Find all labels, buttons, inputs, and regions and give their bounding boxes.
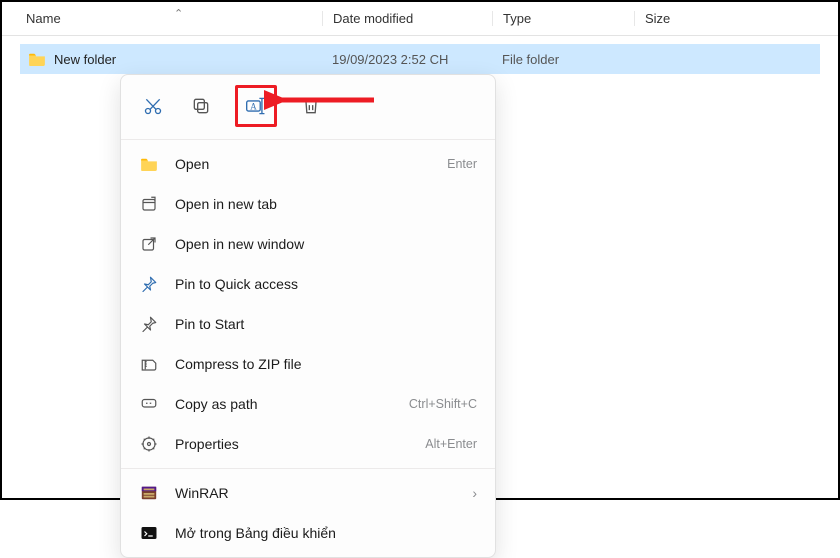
file-date: 19/09/2023 2:52 CH	[332, 52, 502, 67]
column-name-label: Name	[26, 11, 61, 26]
menu-label: Open	[175, 156, 447, 172]
menu-item-copy-path[interactable]: Copy as path Ctrl+Shift+C	[121, 384, 495, 424]
menu-item-open[interactable]: Open Enter	[121, 144, 495, 184]
zip-icon	[139, 354, 159, 374]
window-frame: Name ⌃ Date modified Type Size New folde…	[0, 0, 840, 500]
file-type: File folder	[502, 52, 644, 67]
menu-item-control-panel[interactable]: Mở trong Bảng điều khiển	[121, 513, 495, 553]
properties-icon	[139, 434, 159, 454]
context-menu: A Open Enter Open in new tab Open in new…	[120, 74, 496, 558]
chevron-right-icon: ›	[472, 485, 477, 501]
folder-open-icon	[139, 154, 159, 174]
menu-label: Copy as path	[175, 396, 409, 412]
column-size-label: Size	[645, 11, 670, 26]
pin-icon	[139, 274, 159, 294]
file-name: New folder	[54, 52, 332, 67]
menu-label: Compress to ZIP file	[175, 356, 477, 372]
column-type-label: Type	[503, 11, 531, 26]
menu-label: Properties	[175, 436, 425, 452]
copy-icon[interactable]	[187, 92, 215, 120]
menu-item-open-window[interactable]: Open in new window	[121, 224, 495, 264]
svg-text:A: A	[250, 102, 257, 112]
pin-icon	[139, 314, 159, 334]
sort-caret-icon: ⌃	[174, 7, 183, 20]
menu-label: WinRAR	[175, 485, 472, 501]
context-menu-toolbar: A	[121, 75, 495, 135]
menu-label: Open in new tab	[175, 196, 477, 212]
menu-separator	[121, 139, 495, 140]
copy-path-icon	[139, 394, 159, 414]
menu-label: Mở trong Bảng điều khiển	[175, 525, 477, 541]
column-size[interactable]: Size	[634, 11, 838, 26]
cut-icon[interactable]	[139, 92, 167, 120]
menu-item-properties[interactable]: Properties Alt+Enter	[121, 424, 495, 464]
column-type[interactable]: Type	[492, 11, 634, 26]
menu-item-winrar[interactable]: WinRAR ›	[121, 473, 495, 513]
delete-icon[interactable]	[297, 92, 325, 120]
rename-highlight-box: A	[235, 85, 277, 127]
menu-accel: Enter	[447, 157, 477, 171]
column-headers: Name ⌃ Date modified Type Size	[2, 2, 838, 36]
menu-item-pin-start[interactable]: Pin to Start	[121, 304, 495, 344]
column-date[interactable]: Date modified	[322, 11, 492, 26]
column-name[interactable]: Name ⌃	[26, 11, 322, 26]
folder-icon	[28, 52, 46, 66]
terminal-icon	[139, 523, 159, 543]
menu-item-compress[interactable]: Compress to ZIP file	[121, 344, 495, 384]
menu-label: Pin to Quick access	[175, 276, 477, 292]
external-link-icon	[139, 234, 159, 254]
menu-accel: Alt+Enter	[425, 437, 477, 451]
column-date-label: Date modified	[333, 11, 413, 26]
menu-item-open-tab[interactable]: Open in new tab	[121, 184, 495, 224]
rename-icon[interactable]: A	[242, 92, 270, 120]
menu-separator	[121, 468, 495, 469]
menu-item-pin-quick[interactable]: Pin to Quick access	[121, 264, 495, 304]
menu-accel: Ctrl+Shift+C	[409, 397, 477, 411]
menu-label: Pin to Start	[175, 316, 477, 332]
menu-label: Open in new window	[175, 236, 477, 252]
file-row[interactable]: New folder 19/09/2023 2:52 CH File folde…	[20, 44, 820, 74]
new-tab-icon	[139, 194, 159, 214]
winrar-icon	[139, 483, 159, 503]
